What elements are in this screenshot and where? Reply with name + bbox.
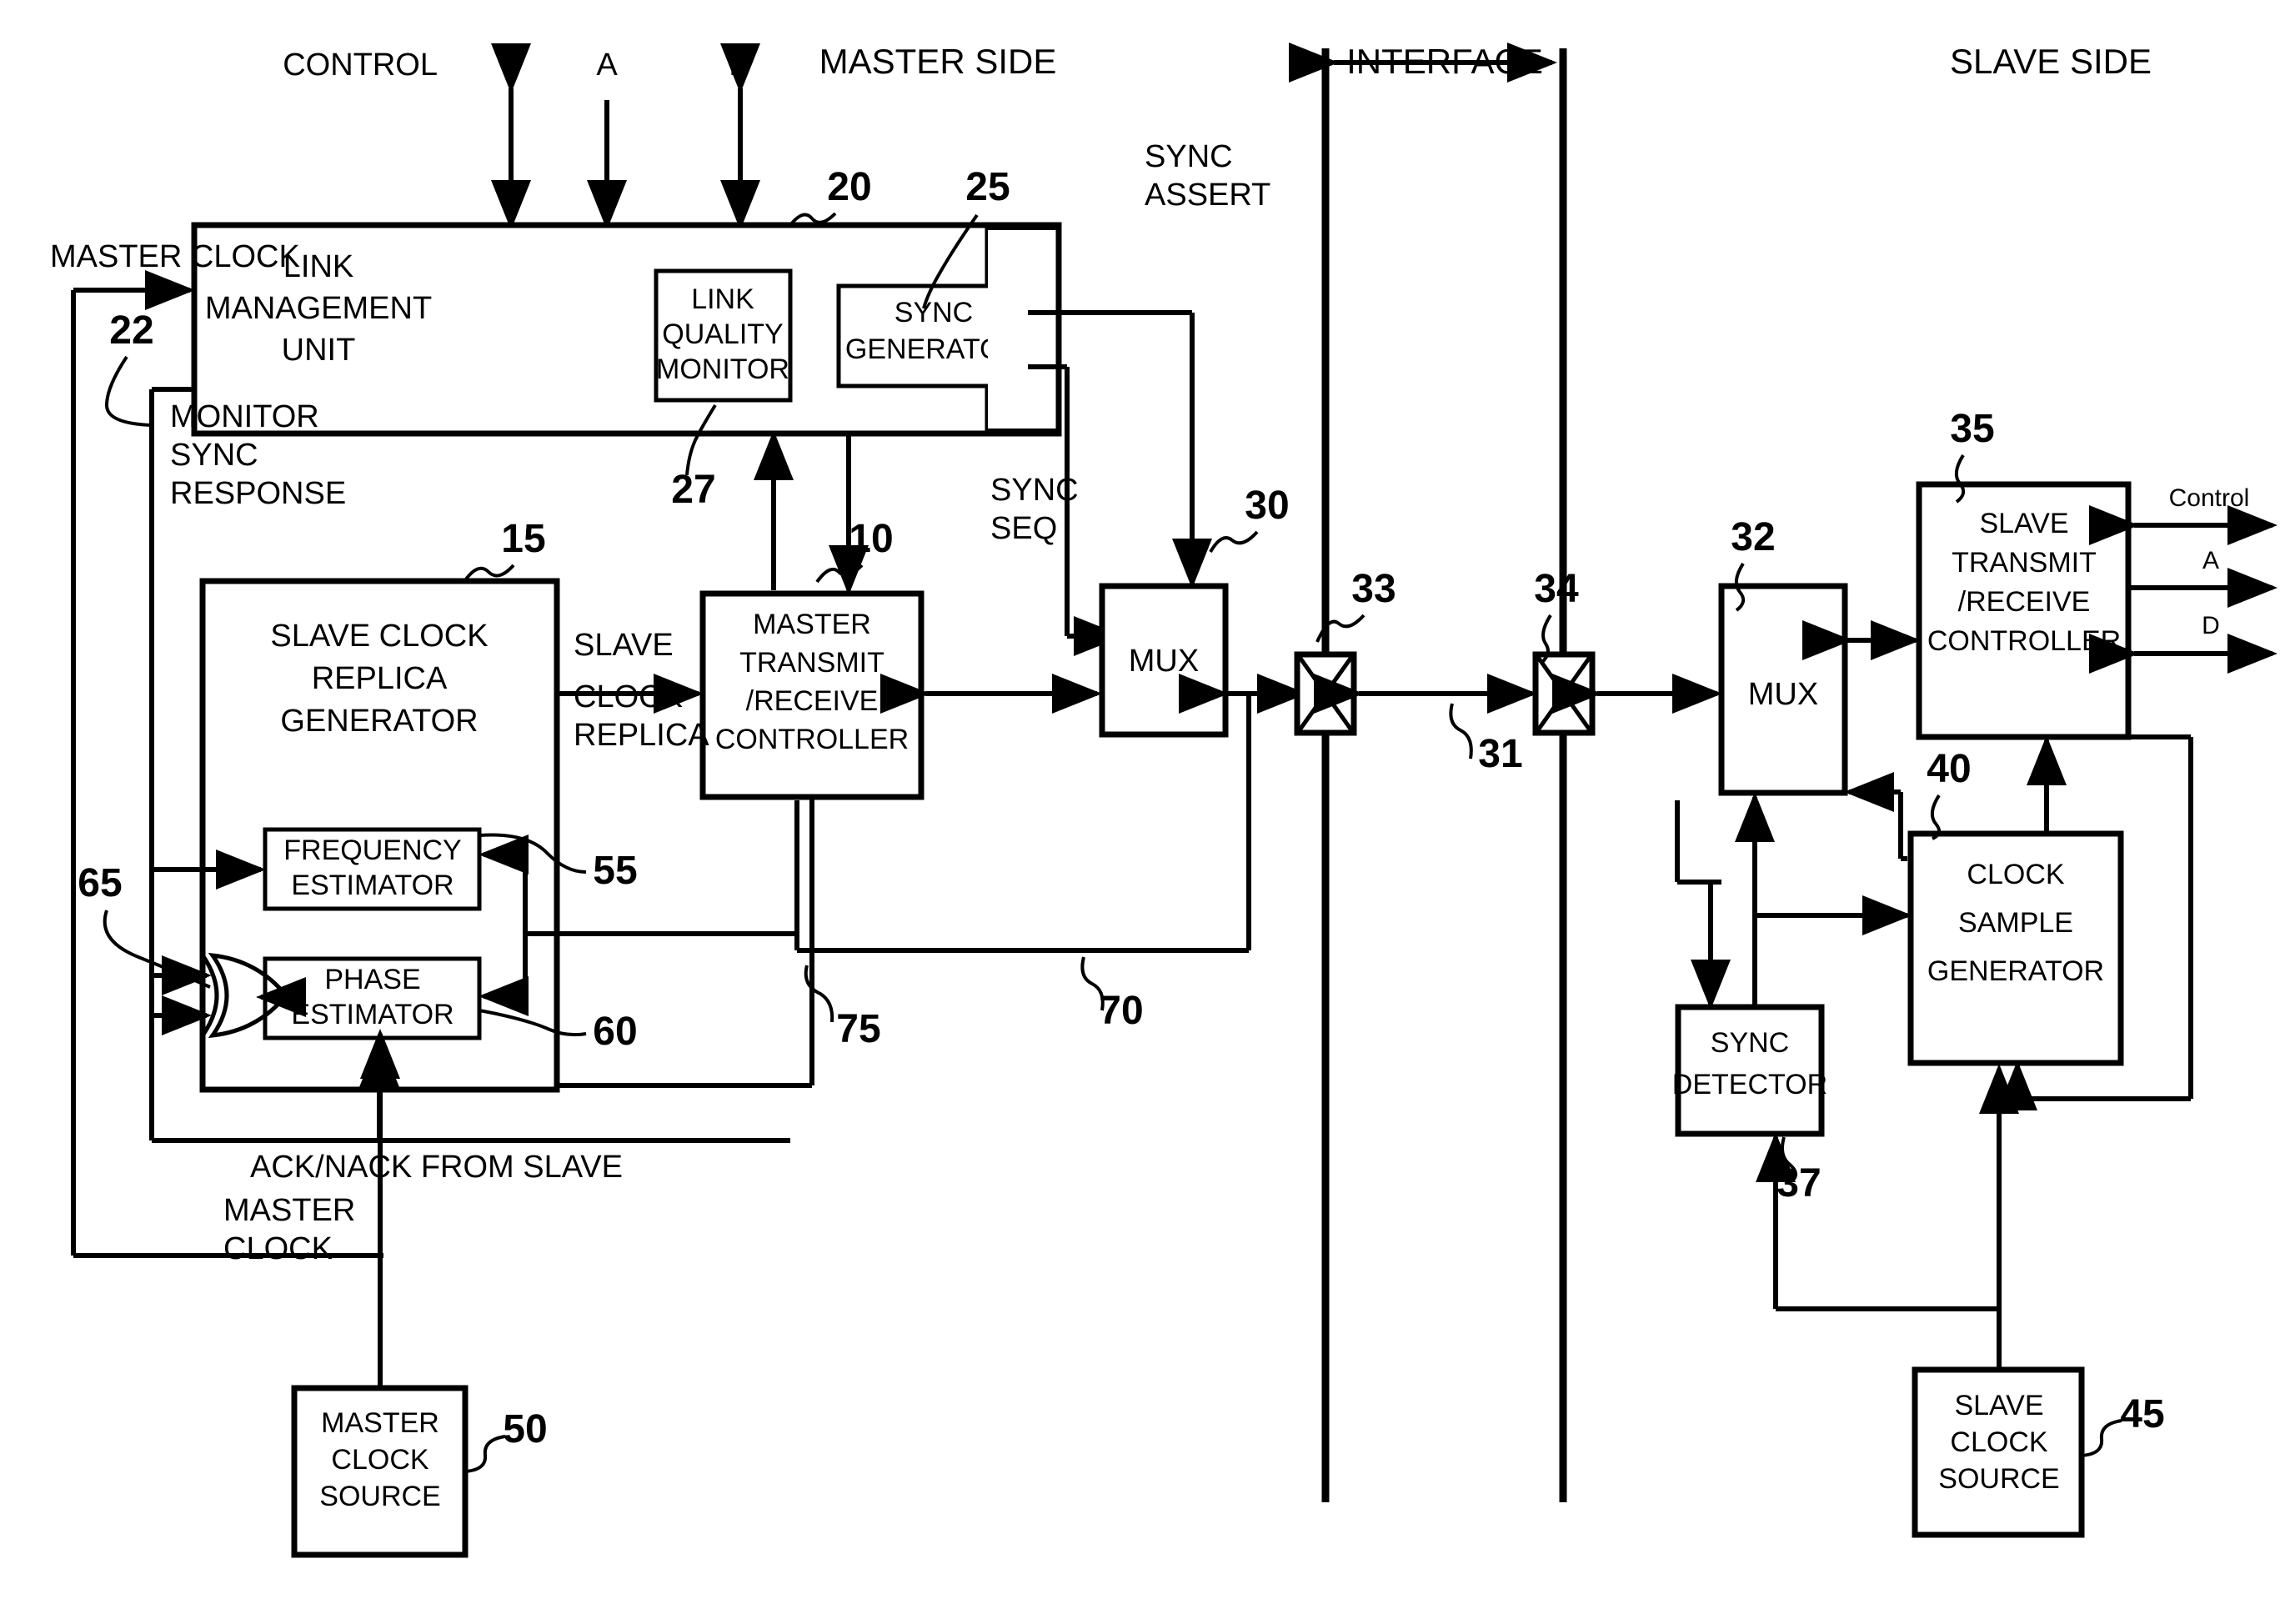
slave-trc-label-line4: CONTROLLER xyxy=(1927,625,2121,657)
slave-clock-source-label-line2: CLOCK xyxy=(1950,1426,2047,1458)
label-control: CONTROL xyxy=(283,48,438,83)
label-slave-control: Control xyxy=(2169,484,2250,512)
slave-trc-label-line2: TRANSMIT xyxy=(1952,547,2097,579)
label-master-clock-input: MASTER CLOCK xyxy=(50,239,300,274)
ref-33: 33 xyxy=(1351,567,1396,611)
ref-20: 20 xyxy=(827,165,871,209)
link-quality-monitor-label-line2: QUALITY xyxy=(662,318,783,350)
label-d: D xyxy=(729,48,751,83)
link-management-unit-label-line3: UNIT xyxy=(282,333,356,368)
label-sync-assert-line1: SYNC xyxy=(1145,139,1233,174)
ref-70: 70 xyxy=(1099,989,1143,1033)
label-monitor-sync-response-line3: RESPONSE xyxy=(170,476,346,511)
slave-clock-replica-generator-label-line1: SLAVE CLOCK xyxy=(270,619,488,654)
sync-detector-label-line2: DETECTOR xyxy=(1672,1069,1827,1100)
ref-32: 32 xyxy=(1731,515,1775,559)
frequency-estimator-label-line2: ESTIMATOR xyxy=(291,870,453,901)
link-management-unit-label-line2: MANAGEMENT xyxy=(205,291,432,326)
frequency-estimator-label-line1: FREQUENCY xyxy=(283,835,461,866)
ref-40: 40 xyxy=(1927,747,1971,791)
leader-15 xyxy=(464,564,515,582)
master-mux-label: MUX xyxy=(1129,644,1199,679)
label-slave-clock-replica-line3: REPLICA xyxy=(574,718,709,753)
label-slave-d: D xyxy=(2202,612,2220,639)
label-sync-seq-line2: SEQ xyxy=(990,511,1057,546)
master-trc-label-line4: CONTROLLER xyxy=(715,724,909,755)
ref-75: 75 xyxy=(836,1007,880,1051)
label-slave-a: A xyxy=(2202,547,2219,574)
slave-mux-label: MUX xyxy=(1748,677,1818,712)
label-master-clock-source-line2: CLOCK xyxy=(223,1231,333,1266)
ref-22: 22 xyxy=(109,308,153,353)
slave-clock-replica-generator-label-line3: GENERATOR xyxy=(280,704,478,739)
connector-34[interactable] xyxy=(1532,651,1596,736)
sync-generator-label-line1: SYNC xyxy=(894,297,973,328)
ref-31: 31 xyxy=(1478,732,1522,776)
slave-clock-source-label-line1: SLAVE xyxy=(1954,1390,2043,1421)
slave-trc-label-line1: SLAVE xyxy=(1979,508,2068,539)
master-trc-label-line2: TRANSMIT xyxy=(739,647,884,679)
phase-estimator-label-line2: ESTIMATOR xyxy=(291,999,453,1030)
ref-30: 30 xyxy=(1245,484,1289,528)
header-master-side: MASTER SIDE xyxy=(819,42,1057,81)
leader-30 xyxy=(1209,530,1259,554)
ref-55: 55 xyxy=(593,849,637,893)
connector-33[interactable] xyxy=(1294,651,1357,736)
ref-50: 50 xyxy=(503,1407,547,1451)
slave-clock-source-label-line3: SOURCE xyxy=(1938,1463,2059,1495)
label-ack-nack: ACK/NACK FROM SLAVE xyxy=(250,1150,623,1185)
ref-25: 25 xyxy=(965,165,1010,209)
label-slave-clock-replica-line1: SLAVE xyxy=(574,628,674,663)
label-master-clock-source-line1: MASTER xyxy=(223,1193,355,1228)
clock-sample-generator-label-line3: GENERATOR xyxy=(1927,955,2104,987)
clock-sample-generator-label-line2: SAMPLE xyxy=(1958,907,2073,939)
leader-45 xyxy=(2081,1419,2122,1457)
master-clock-source-label-line1: MASTER xyxy=(321,1407,439,1439)
ref-60: 60 xyxy=(593,1010,637,1054)
slave-trc-label-line3: /RECEIVE xyxy=(1958,586,2091,618)
patent-figure: MASTER SIDE INTERFACE SLAVE SIDE CONTROL… xyxy=(0,0,2285,1624)
leader-31 xyxy=(1449,703,1473,759)
label-slave-clock-replica-line2: CLOCK xyxy=(574,679,683,714)
leader-10 xyxy=(815,564,864,584)
ref-15: 15 xyxy=(501,517,545,561)
label-a: A xyxy=(596,48,618,83)
link-management-unit-extension xyxy=(988,222,1062,437)
leader-50 xyxy=(464,1435,506,1473)
leader-22 xyxy=(104,355,153,427)
master-clock-source-label-line2: CLOCK xyxy=(331,1444,428,1476)
ref-27: 27 xyxy=(671,468,715,512)
header-slave-side: SLAVE SIDE xyxy=(1950,42,2152,81)
ref-34: 34 xyxy=(1534,567,1579,611)
master-clock-source-label-line3: SOURCE xyxy=(319,1481,440,1512)
ref-45: 45 xyxy=(2120,1392,2164,1436)
master-trc-label-line1: MASTER xyxy=(753,609,871,640)
phase-estimator-label-line1: PHASE xyxy=(324,964,420,995)
ref-10: 10 xyxy=(849,517,893,561)
link-quality-monitor-label-line3: MONITOR xyxy=(656,353,789,385)
ref-65: 65 xyxy=(78,861,122,905)
label-monitor-sync-response-line1: MONITOR xyxy=(170,399,319,434)
master-trc-label-line3: /RECEIVE xyxy=(746,685,879,717)
sync-detector-label-line1: SYNC xyxy=(1711,1027,1789,1059)
slave-clock-replica-generator-label-line2: REPLICA xyxy=(312,661,448,696)
label-sync-assert-line2: ASSERT xyxy=(1145,178,1270,213)
ref-35: 35 xyxy=(1950,407,1994,451)
link-quality-monitor-label-line1: LINK xyxy=(691,283,754,315)
label-monitor-sync-response-line2: SYNC xyxy=(170,438,258,473)
ref-37: 37 xyxy=(1776,1161,1821,1205)
clock-sample-generator-label-line1: CLOCK xyxy=(1967,859,2064,890)
